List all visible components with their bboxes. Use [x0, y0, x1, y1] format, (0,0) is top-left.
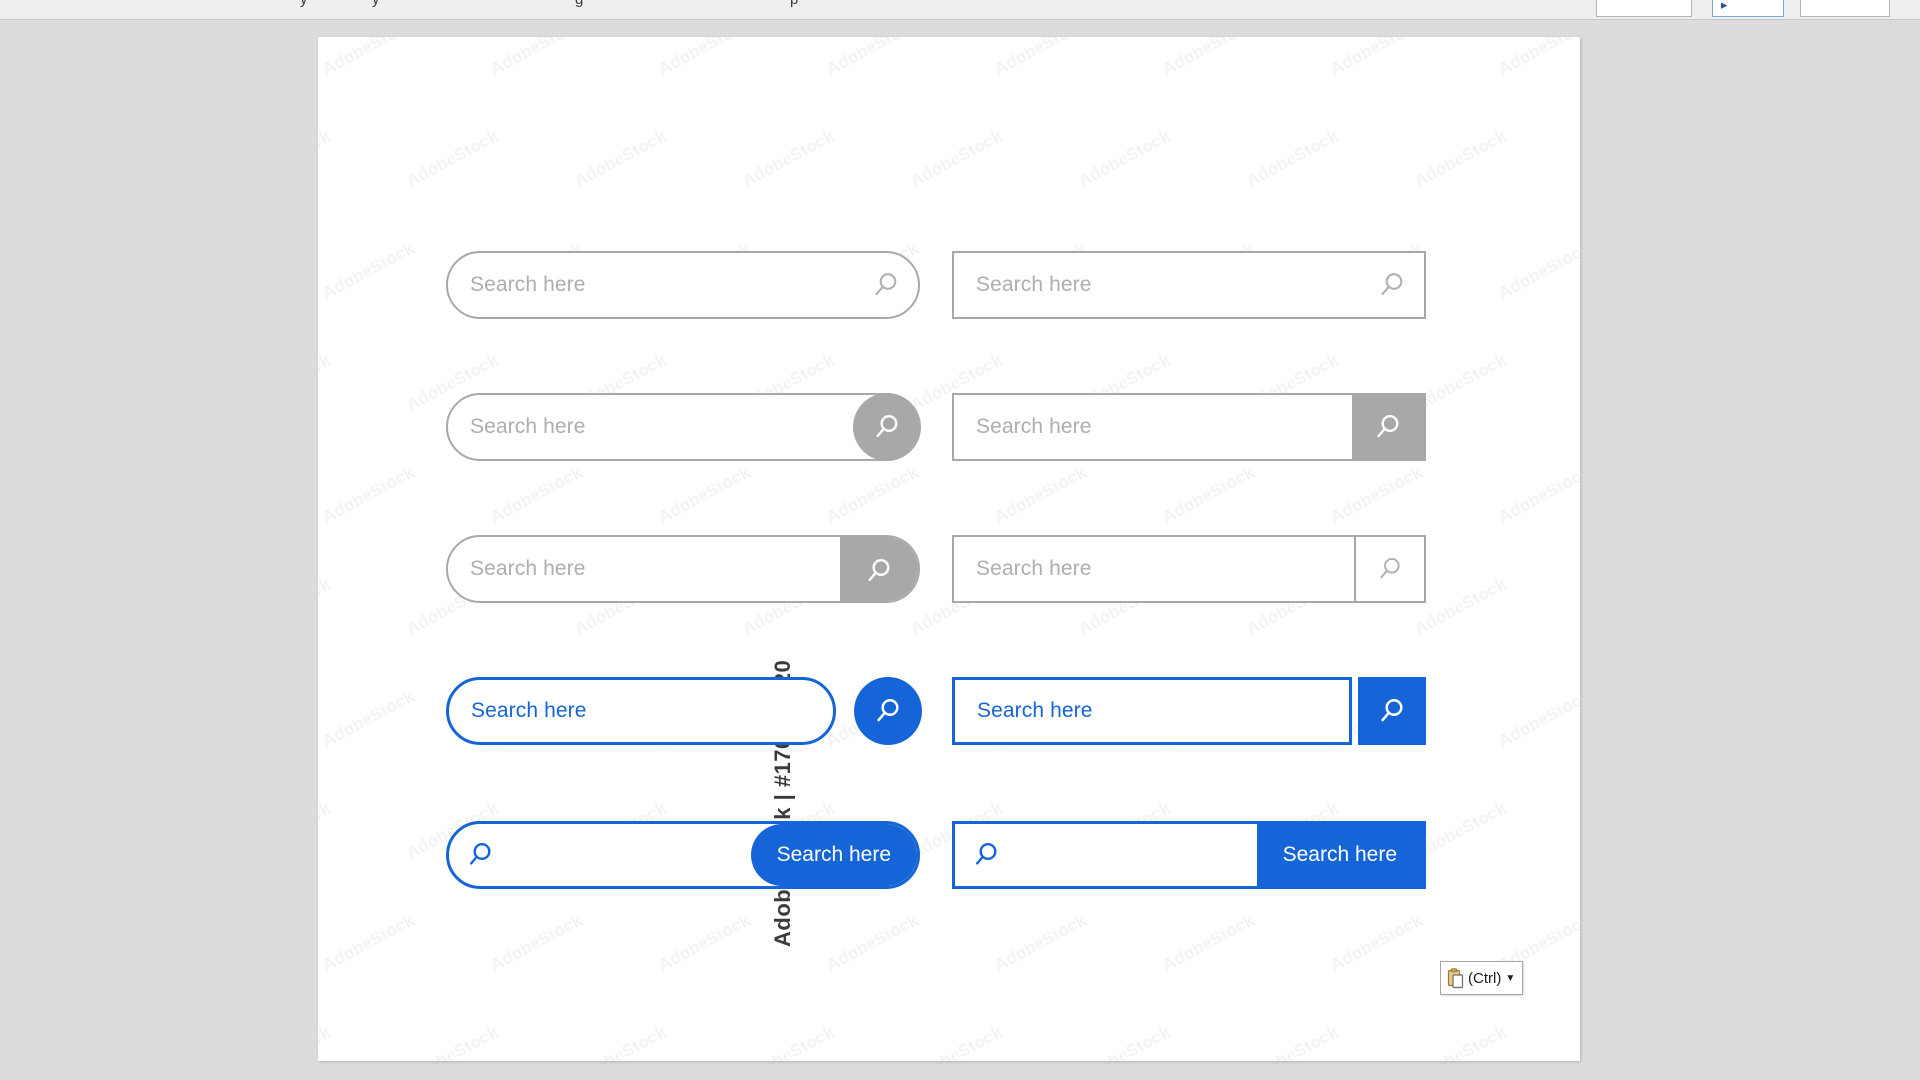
search-icon[interactable]: [854, 253, 918, 317]
search-button[interactable]: [1354, 537, 1424, 601]
search-icon[interactable]: [955, 824, 1019, 886]
search-bar-container[interactable]: Search here: [446, 821, 920, 889]
search-submit-button[interactable]: Search here: [1256, 824, 1423, 886]
search-bar-rounded-circle-button-gray[interactable]: Search here: [446, 393, 921, 461]
search-bar-square-icon-inset[interactable]: Search here: [952, 251, 1426, 319]
paste-options-label: (Ctrl): [1468, 969, 1502, 987]
document-scroll-area[interactable]: AdobeStock AdobeStock AdobeStock AdobeStock…: [0, 21, 1920, 1080]
search-bar-container[interactable]: Search here: [952, 251, 1426, 319]
search-button[interactable]: [854, 677, 922, 745]
search-submit-button[interactable]: Search here: [750, 824, 917, 886]
ribbon-fragment: y: [300, 0, 308, 8]
search-input[interactable]: Search here: [449, 680, 833, 742]
search-bar-rounded-icon-inset[interactable]: Search here: [446, 251, 920, 319]
search-bar-container[interactable]: Search here: [952, 535, 1426, 603]
search-bar-rounded-circle-button-blue[interactable]: Search here: [446, 677, 922, 745]
search-bar-container[interactable]: Search here: [952, 393, 1426, 461]
ribbon-strip: y y g p ▸: [0, 0, 1920, 20]
search-bar-rounded-text-button-blue[interactable]: Search here: [446, 821, 920, 889]
search-bar-container[interactable]: Search here: [952, 677, 1352, 745]
search-bar-container[interactable]: Search here: [446, 535, 920, 603]
search-input[interactable]: Search here: [955, 680, 1349, 742]
search-button[interactable]: [840, 537, 918, 601]
ribbon-fragment: g: [575, 0, 583, 8]
paste-options-button[interactable]: (Ctrl) ▼: [1440, 961, 1524, 995]
clipboard-icon: [1447, 967, 1464, 988]
search-button[interactable]: [1352, 395, 1424, 459]
search-input[interactable]: Search here: [448, 253, 854, 317]
search-bar-container[interactable]: Search here: [446, 251, 920, 319]
ribbon-control-1[interactable]: [1596, 0, 1692, 17]
search-bar-square-filled-button-gray[interactable]: Search here: [952, 393, 1426, 461]
search-button[interactable]: [1358, 677, 1426, 745]
search-input[interactable]: Search here: [448, 395, 918, 459]
search-bar-square-divided-button-gray[interactable]: Search here: [952, 535, 1426, 603]
search-button[interactable]: [853, 393, 921, 461]
chevron-down-icon[interactable]: ▼: [1505, 973, 1515, 984]
search-bar-rounded-capsule-end-gray[interactable]: Search here: [446, 535, 920, 603]
ribbon-control-2[interactable]: ▸: [1712, 0, 1784, 17]
ribbon-control-3[interactable]: [1800, 0, 1890, 17]
search-input[interactable]: Search here: [954, 253, 1360, 317]
search-bar-container[interactable]: Search here: [446, 393, 920, 461]
ribbon-fragment: y: [372, 0, 380, 8]
search-bar-square-detached-button-blue[interactable]: Search here: [952, 677, 1426, 745]
search-bar-grid: Search here Search here Search here Sear…: [318, 37, 1580, 1061]
document-page: AdobeStock AdobeStock AdobeStock AdobeStock…: [318, 37, 1580, 1061]
search-bar-container[interactable]: Search here: [446, 677, 836, 745]
search-bar-container[interactable]: Search here: [952, 821, 1426, 889]
ribbon-fragment: p: [790, 0, 798, 8]
search-icon[interactable]: [449, 824, 513, 886]
search-bar-square-text-button-blue[interactable]: Search here: [952, 821, 1426, 889]
ribbon-caret-icon: ▸: [1721, 0, 1728, 12]
search-icon[interactable]: [1360, 253, 1424, 317]
